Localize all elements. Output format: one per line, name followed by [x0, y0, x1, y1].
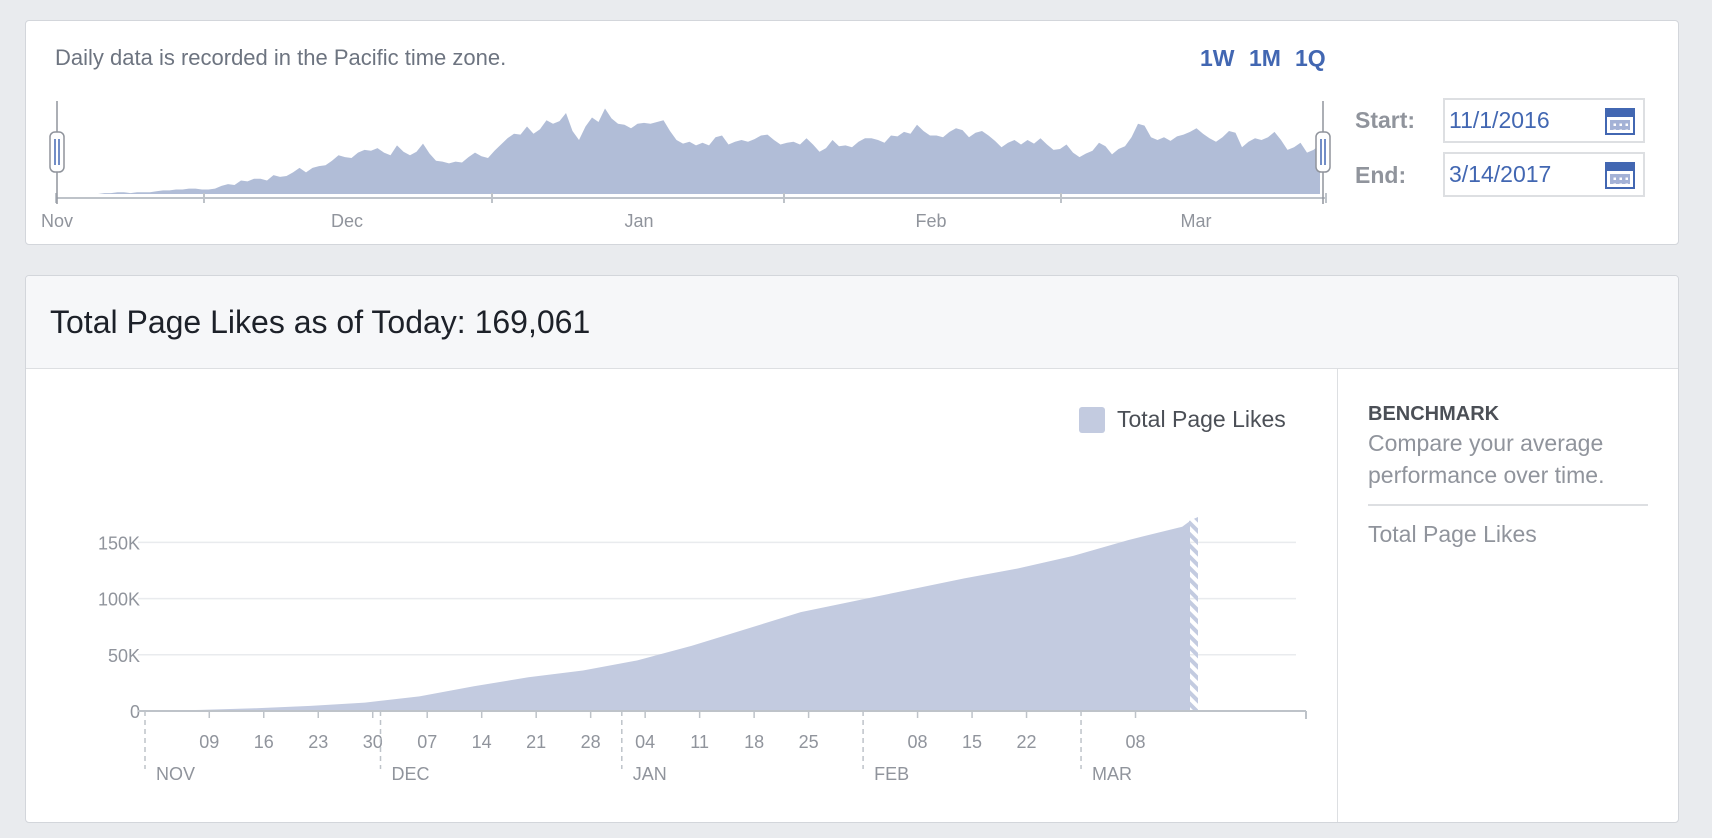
overview-month-label: Dec [331, 211, 363, 231]
x-tick-label: 21 [526, 732, 546, 752]
x-tick-label: 08 [1125, 732, 1145, 752]
page-likes-chart: 050K100K150K09 16 23 30 07 14 21 28 04 11 18 25 08 15… [98, 517, 1307, 784]
end-date-label: End: [1355, 162, 1407, 188]
series-area-total-page-likes [147, 521, 1190, 711]
drag-handle-icon[interactable] [49, 131, 65, 173]
end-date-input[interactable] [1449, 161, 1599, 188]
x-tick-label: 16 [254, 732, 274, 752]
y-tick-label: 150K [98, 533, 140, 553]
y-tick-label: 100K [98, 590, 140, 610]
today-hatch [1189, 517, 1198, 711]
x-tick-label: 11 [690, 732, 709, 752]
x-tick-label: 22 [1017, 732, 1037, 752]
calendar-icon[interactable] [1605, 108, 1635, 135]
month-label: NOV [156, 764, 195, 784]
overview-area [98, 108, 1320, 194]
drag-handle-icon[interactable] [1315, 131, 1331, 173]
x-tick-label: 04 [635, 732, 655, 752]
benchmark-description: Compare your average performance over ti… [1368, 430, 1605, 488]
date-range-card: Daily data is recorded in the Pacific ti… [25, 20, 1679, 245]
x-tick-label: 30 [363, 732, 383, 752]
benchmark-metric-link[interactable]: Total Page Likes [1368, 521, 1537, 548]
x-tick-label: 08 [908, 732, 928, 752]
month-label: DEC [392, 764, 430, 784]
x-tick-label: 15 [962, 732, 982, 752]
x-tick-label: 25 [799, 732, 819, 752]
page-likes-title: Total Page Likes as of Today: 169,061 [50, 304, 591, 340]
divider [1368, 504, 1648, 506]
overview-month-label: Feb [915, 211, 946, 231]
benchmark-title: BENCHMARK [1368, 403, 1500, 425]
x-tick-label: 18 [744, 732, 764, 752]
card-header: Total Page Likes as of Today: 169,061 [26, 276, 1678, 369]
start-date-input[interactable] [1449, 107, 1599, 134]
start-date-label: Start: [1355, 107, 1416, 133]
drag-handle-body [1315, 131, 1331, 173]
overview-month-label: Jan [624, 211, 653, 231]
month-label: JAN [633, 764, 667, 784]
x-tick-label: 23 [308, 732, 328, 752]
page-likes-card: Total Page Likes as of Today: 169,061 To… [25, 275, 1679, 823]
x-tick-label: 07 [417, 732, 437, 752]
end-date-field[interactable] [1443, 152, 1645, 197]
x-tick-label: 09 [199, 732, 219, 752]
overview-month-label: Mar [1181, 211, 1212, 231]
month-label: FEB [874, 764, 909, 784]
drag-handle-body [49, 131, 65, 173]
month-label: MAR [1092, 764, 1132, 784]
benchmark-panel: BENCHMARK Compare your average performan… [1337, 369, 1678, 822]
y-tick-label: 50K [108, 646, 140, 666]
start-date-field[interactable] [1443, 98, 1645, 143]
overview-timeline-chart[interactable]: Nov Dec Jan Feb Mar [26, 21, 1346, 231]
calendar-icon[interactable] [1605, 162, 1635, 189]
x-tick-label: 14 [472, 732, 492, 752]
x-tick-label: 28 [581, 732, 601, 752]
overview-month-label: Nov [41, 211, 73, 231]
